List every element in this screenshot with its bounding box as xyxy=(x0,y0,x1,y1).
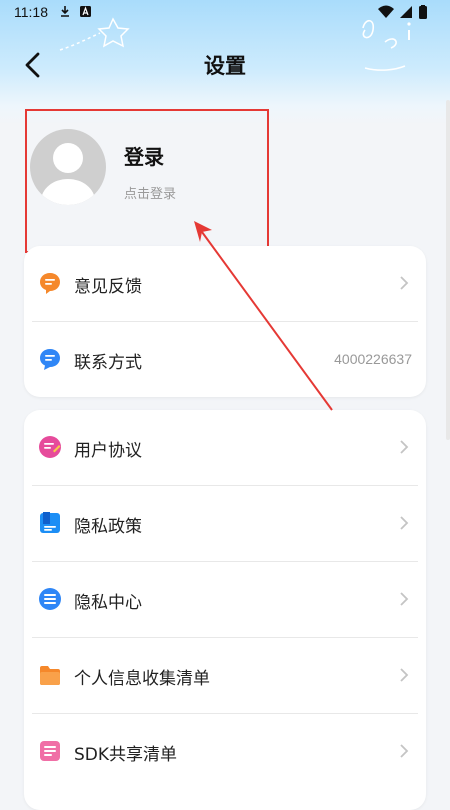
list-item-label: 个人信息收集清单 xyxy=(74,669,210,689)
list-item-label: 用户协议 xyxy=(74,441,142,461)
login-card[interactable]: 登录 点击登录 xyxy=(25,109,269,253)
chevron-right-icon xyxy=(400,516,409,530)
list-item-sdk-list[interactable]: SDK共享清单 xyxy=(32,714,418,789)
settings-group-support: 意见反馈 联系方式 4000226637 xyxy=(24,246,426,397)
privacy-center-icon xyxy=(39,588,61,610)
list-item-label: SDK共享清单 xyxy=(74,745,178,765)
chevron-right-icon xyxy=(400,592,409,606)
status-notification-icons xyxy=(60,5,96,23)
status-system-icons xyxy=(378,5,438,25)
feedback-icon xyxy=(40,273,60,294)
personal-info-icon xyxy=(40,666,60,685)
list-item-privacy-policy[interactable]: 隐私政策 xyxy=(32,486,418,562)
nav-bar: 设置 xyxy=(0,40,450,90)
contact-icon xyxy=(40,349,60,370)
chevron-right-icon xyxy=(400,668,409,682)
download-icon xyxy=(61,6,91,17)
wifi-signal-battery-icon xyxy=(378,5,427,19)
scrollbar[interactable] xyxy=(446,100,450,440)
status-bar: 11:18 xyxy=(0,0,450,26)
list-item-label: 隐私政策 xyxy=(74,517,142,537)
chevron-right-icon xyxy=(400,440,409,454)
list-item-contact[interactable]: 联系方式 4000226637 xyxy=(32,322,418,397)
sdk-list-icon xyxy=(40,741,60,761)
chevron-right-icon xyxy=(400,276,409,290)
login-subtitle[interactable]: 点击登录 xyxy=(124,183,176,202)
settings-group-privacy: 用户协议 隐私政策 隐私中心 个人信息收集清单 SDK共享清单 xyxy=(24,410,426,810)
list-item-personal-info[interactable]: 个人信息收集清单 xyxy=(32,638,418,714)
chevron-right-icon xyxy=(400,744,409,758)
privacy-policy-icon xyxy=(40,512,60,533)
user-agreement-icon xyxy=(39,436,61,458)
list-item-label: 联系方式 xyxy=(74,353,142,373)
login-title[interactable]: 登录 xyxy=(124,141,164,170)
avatar[interactable] xyxy=(30,129,106,205)
default-avatar-icon xyxy=(41,143,95,205)
list-item-user-agreement[interactable]: 用户协议 xyxy=(32,410,418,486)
list-item-label: 隐私中心 xyxy=(74,593,142,613)
list-item-label: 意见反馈 xyxy=(74,277,142,297)
page-title: 设置 xyxy=(204,54,246,78)
contact-phone-value: 4000226637 xyxy=(334,351,412,367)
list-item-privacy-center[interactable]: 隐私中心 xyxy=(32,562,418,638)
status-time: 11:18 xyxy=(14,4,48,20)
list-item-feedback[interactable]: 意见反馈 xyxy=(32,246,418,322)
